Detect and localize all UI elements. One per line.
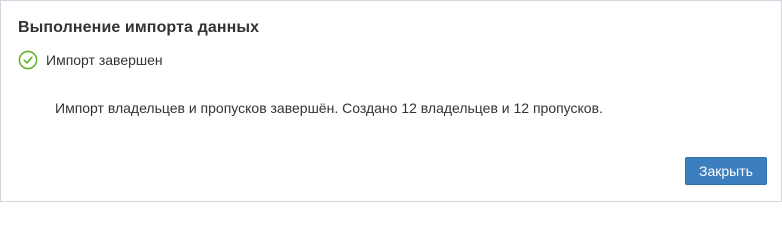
close-button[interactable]: Закрыть xyxy=(685,157,767,185)
dialog-title: Выполнение импорта данных xyxy=(18,19,260,36)
import-status: Импорт завершен xyxy=(18,50,163,70)
import-result-dialog: Выполнение импорта данных Импорт заверше… xyxy=(0,0,782,202)
check-circle-icon xyxy=(18,50,38,70)
import-status-text: Импорт завершен xyxy=(46,52,163,68)
import-result-message: Импорт владельцев и пропусков завершён. … xyxy=(55,100,603,116)
